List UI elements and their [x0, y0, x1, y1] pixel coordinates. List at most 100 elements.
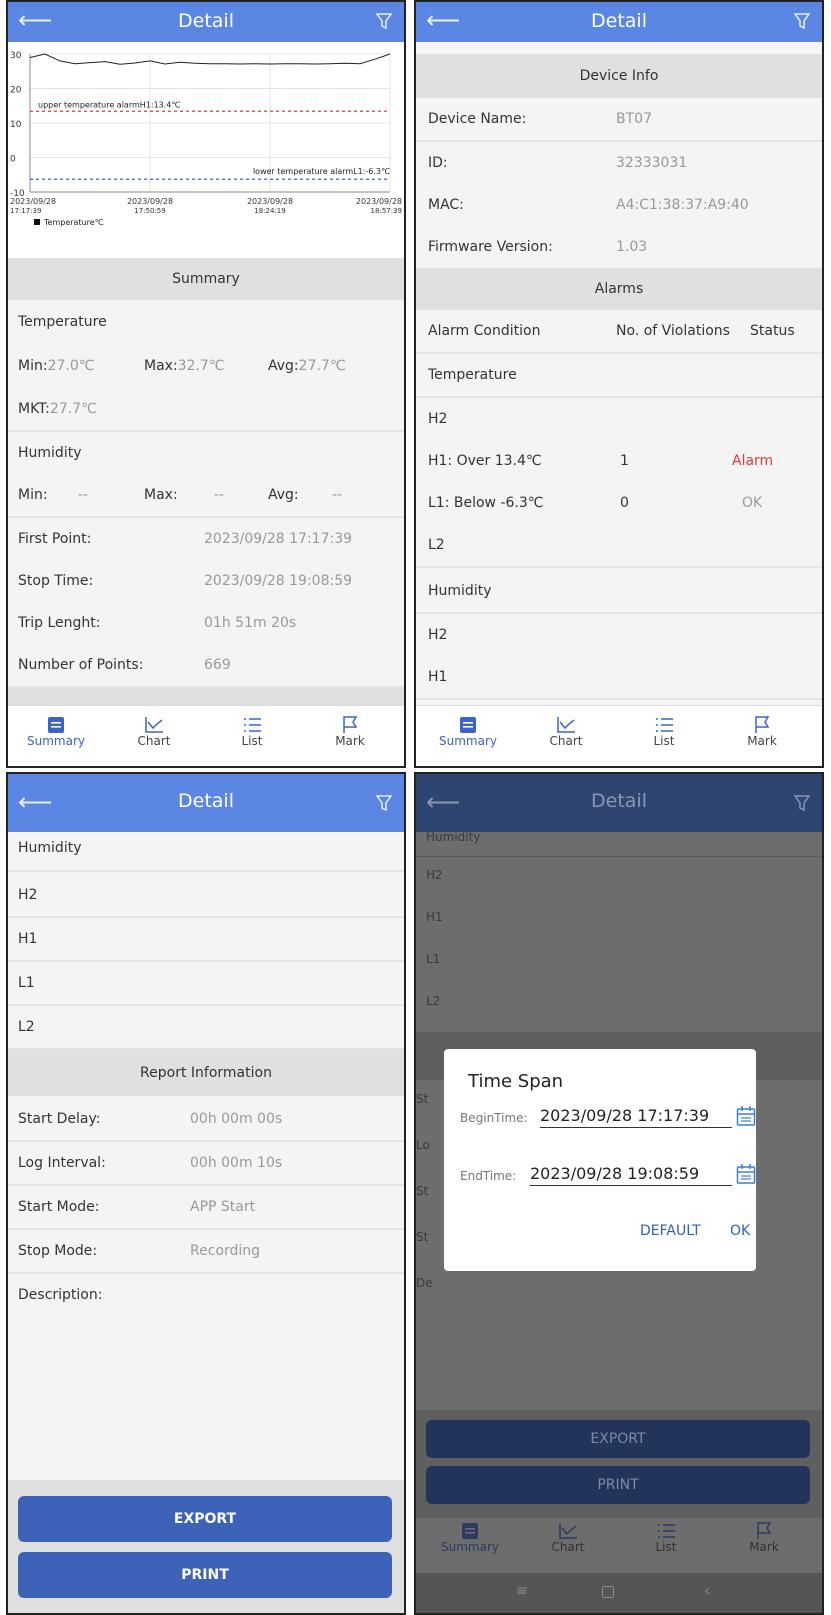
- list-icon: [658, 1524, 675, 1538]
- calendar-icon[interactable]: [736, 1163, 756, 1185]
- device-id-value: 32333031: [616, 155, 688, 171]
- nav-chart[interactable]: Chart: [124, 710, 184, 748]
- report-h1-label: H1: [18, 931, 38, 947]
- dim-bottom-nav: Summary Chart List Mark: [416, 1518, 822, 1574]
- export-button[interactable]: EXPORT: [426, 1420, 810, 1458]
- nav-list[interactable]: List: [222, 710, 282, 748]
- stop-mode-row: Stop Mode: Recording: [8, 1230, 404, 1274]
- default-button[interactable]: DEFAULT: [640, 1223, 701, 1239]
- alarm-h2-row: H2: [416, 398, 822, 442]
- firmware-value: 1.03: [616, 239, 648, 255]
- nav-mark-label: Mark: [747, 734, 777, 748]
- filter-icon[interactable]: [794, 12, 810, 30]
- alarm-h1-row: H1: Over 13.4℃ 1 Alarm: [416, 440, 822, 484]
- ok-button[interactable]: OK: [730, 1223, 750, 1239]
- nav-mark[interactable]: Mark: [732, 710, 792, 748]
- list-icon: [656, 718, 673, 732]
- nav-chart[interactable]: Chart: [538, 1522, 598, 1554]
- mkt-label: MKT:: [18, 401, 50, 417]
- dim-start2-label: St: [416, 1184, 429, 1198]
- nav-summary[interactable]: Summary: [26, 710, 86, 748]
- print-button[interactable]: PRINT: [426, 1466, 810, 1504]
- temperature-chart: 3020100-102023/09/2817:17:392023/09/2817…: [10, 51, 402, 227]
- description-row: Description:: [8, 1274, 404, 1316]
- report-l2-row: L2: [8, 1006, 404, 1050]
- nav-list-label: List: [241, 734, 263, 748]
- filter-icon[interactable]: [376, 12, 392, 30]
- alarm-hum-h2-label: H2: [428, 627, 448, 643]
- print-button[interactable]: PRINT: [18, 1552, 392, 1598]
- menu-icon[interactable]: ≡: [516, 1583, 528, 1599]
- calendar-icon[interactable]: [736, 1105, 756, 1127]
- home-icon[interactable]: [602, 1586, 614, 1598]
- stop-mode-value: Recording: [190, 1243, 261, 1259]
- hum-min-value: --: [78, 487, 89, 503]
- y-tick-label: 20: [10, 86, 22, 96]
- export-button[interactable]: EXPORT: [18, 1496, 392, 1542]
- humidity-title: Humidity: [18, 840, 82, 856]
- hum-min-label: Min:: [18, 487, 48, 503]
- nav-chart[interactable]: Chart: [536, 710, 596, 748]
- chart-icon: [557, 717, 575, 733]
- start-delay-row: Start Delay: 00h 00m 00s: [8, 1098, 404, 1142]
- system-back-icon[interactable]: ‹: [704, 1581, 710, 1600]
- dim-l1-label: L1: [426, 952, 441, 966]
- page-title: Detail: [178, 10, 234, 32]
- alarm-temperature-title: Temperature: [428, 367, 517, 383]
- start-mode-row: Start Mode: APP Start: [8, 1186, 404, 1230]
- time-span-dialog: Time Span BeginTime: 2023/09/28 17:17:39…: [444, 1049, 756, 1271]
- first-point-label: First Point:: [18, 531, 92, 547]
- nav-list-label: List: [653, 734, 675, 748]
- x-tick-date: 2023/09/28: [127, 197, 173, 206]
- flag-icon: [343, 716, 358, 733]
- nav-summary-label: Summary: [27, 734, 85, 748]
- device-name-value: BT07: [616, 111, 652, 127]
- device-id-row: ID: 32333031: [416, 142, 822, 186]
- report-h2-row: H2: [8, 874, 404, 918]
- device-mac-row: MAC: A4:C1:38:37:A9:40: [416, 184, 822, 228]
- hum-avg-value: --: [332, 487, 343, 503]
- alarm-h2-label: H2: [428, 411, 448, 427]
- temperature-series-line: [29, 53, 391, 65]
- device-name-label: Device Name:: [428, 111, 527, 127]
- nav-summary-label: Summary: [439, 734, 497, 748]
- nav-summary[interactable]: Summary: [440, 1522, 500, 1554]
- nav-mark-label: Mark: [335, 734, 365, 748]
- nav-mark[interactable]: Mark: [320, 710, 380, 748]
- begin-time-input[interactable]: 2023/09/28 17:17:39: [540, 1106, 732, 1128]
- nav-list[interactable]: List: [634, 710, 694, 748]
- end-time-input[interactable]: 2023/09/28 19:08:59: [530, 1164, 732, 1186]
- nav-summary[interactable]: Summary: [438, 710, 498, 748]
- nav-list-label: List: [655, 1540, 677, 1554]
- description-label: Description:: [18, 1287, 103, 1303]
- report-l2-label: L2: [18, 1019, 35, 1035]
- device-name-row: Device Name: BT07: [416, 98, 822, 142]
- dim-desc-label: De: [416, 1276, 433, 1290]
- device-id-label: ID:: [428, 155, 448, 171]
- bottom-nav: Summary Chart List Mark: [416, 705, 822, 766]
- log-interval-row: Log Interval: 00h 00m 10s: [8, 1142, 404, 1186]
- nav-list[interactable]: List: [636, 1522, 696, 1554]
- x-tick-time: 18:57:39: [371, 207, 402, 215]
- x-tick-date: 2023/09/28: [247, 197, 293, 206]
- mkt-row: MKT:27.7℃: [8, 388, 404, 432]
- first-point-row: First Point: 2023/09/28 17:17:39: [8, 518, 404, 562]
- dim-humidity-label: Humidity: [426, 832, 481, 844]
- humidity-title: Humidity: [18, 445, 82, 461]
- summary-screen: ⟵ Detail 30 20 10 0 -10 2023/09/28 17:17:39 202…: [6, 0, 406, 768]
- filter-icon[interactable]: [376, 794, 392, 812]
- alarm-l1-label: L1: Below -6.3℃: [428, 495, 544, 511]
- filter-icon[interactable]: [794, 794, 810, 812]
- first-point-value: 2023/09/28 17:17:39: [204, 531, 353, 547]
- temp-avg-value: 27.7℃: [298, 358, 346, 374]
- hum-max-value: --: [214, 487, 225, 503]
- start-mode-label: Start Mode:: [18, 1199, 100, 1215]
- dim-l2-label: L2: [426, 994, 441, 1008]
- nav-chart-label: Chart: [549, 734, 583, 748]
- temp-min-label: Min:: [18, 358, 48, 374]
- lower-alarm-label: lower temperature alarmL1:-6.3℃: [253, 167, 390, 176]
- nav-mark[interactable]: Mark: [734, 1522, 794, 1554]
- upper-alarm-label: upper temperature alarmH1:13.4℃: [38, 100, 180, 109]
- app-header: ⟵ Detail: [416, 2, 822, 42]
- alarm-hum-h2-row: H2: [416, 614, 822, 658]
